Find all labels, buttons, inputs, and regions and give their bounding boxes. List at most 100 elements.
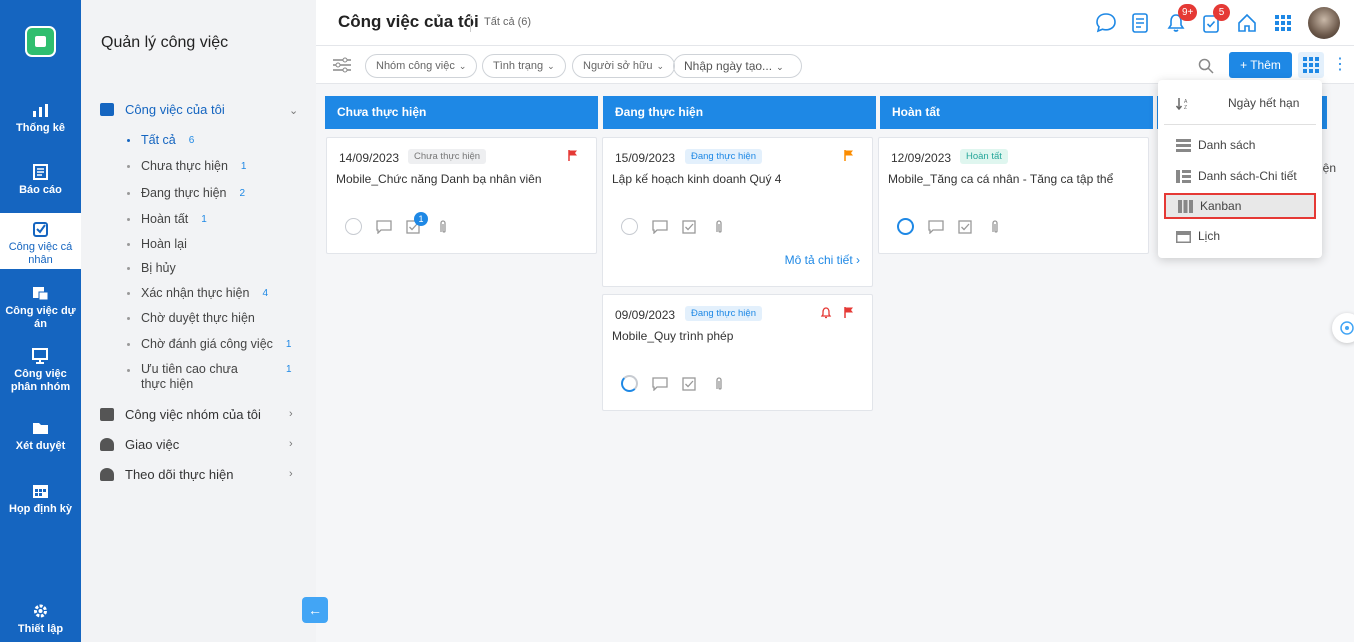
rail-item-reports[interactable]: Báo cáo [0,164,81,197]
view-option-list[interactable]: Danh sách [1164,132,1316,158]
rail-item-label: Báo cáo [19,184,62,196]
document-list-icon[interactable] [1129,12,1151,34]
status-badge: Chưa thực hiện [408,149,487,164]
sidebar-item-done[interactable]: Hoàn tất 1 [127,212,207,226]
rail-item-label: Xét duyệt [15,440,66,452]
sidebar-title: Quản lý công việc [101,34,229,51]
complete-toggle[interactable] [345,218,362,235]
filter-settings-icon[interactable] [332,57,352,73]
group-my-tasks[interactable]: Công việc của tôi [100,102,225,117]
attachment-icon[interactable] [436,219,452,234]
comment-icon[interactable] [928,219,944,234]
sidebar-item-label: Chưa thực hiện [141,159,228,173]
assistant-float-button[interactable] [1332,313,1354,343]
sidebar-item-in-progress[interactable]: Đang thực hiện 2 [127,186,245,200]
home-icon[interactable] [1236,12,1258,34]
task-card[interactable]: 09/09/2023 Đang thực hiện Mobile_Quy trì… [602,294,873,411]
rail-item-label: Họp định kỳ [9,503,72,515]
user-follow-icon [100,468,114,481]
group-my-team-tasks[interactable]: Công việc nhóm của tôi [100,407,261,422]
card-date: 14/09/2023 [339,151,400,165]
complete-toggle[interactable] [621,218,638,235]
apps-grid-icon[interactable] [1272,12,1294,34]
collapse-sidebar-button[interactable]: ← [302,597,328,623]
rail-item-statistics[interactable]: Thống kê [0,102,81,135]
attachment-icon[interactable] [712,219,728,234]
filter-bar: Nhóm công việc ⌄ Tình trạng ⌄ Người sở hữu… [316,46,1354,84]
search-icon[interactable] [1198,58,1214,74]
count-badge: 1 [240,160,247,172]
filter-owner[interactable]: Người sở hữu ⌄ [572,54,676,78]
report-icon [33,164,48,180]
sidebar-item-confirm[interactable]: Xác nhận thực hiện 4 [127,286,268,300]
sidebar-item-not-started[interactable]: Chưa thực hiện 1 [127,159,246,173]
sidebar-item-high-priority[interactable]: Ưu tiên cao chưa thực hiện 1 [127,362,292,392]
rail-item-group-tasks[interactable]: Công việc phân nhóm [0,348,81,394]
app-logo[interactable] [25,26,56,57]
rail-item-personal-tasks[interactable]: Công việc cá nhân [0,213,81,269]
sidebar-item-label: Bị hủy [141,261,176,275]
chevron-right-icon[interactable]: › [289,468,293,480]
filter-label: Người sở hữu [583,60,653,72]
view-option-list-detail[interactable]: Danh sách-Chi tiết [1164,163,1316,189]
count-badge: 1 [285,338,292,350]
sidebar-item-pending-approval[interactable]: Chờ duyệt thực hiện [127,311,255,325]
project-icon [33,287,49,301]
top-bar: Công việc của tôi Tất cả (6) 9+ 5 [316,0,1354,46]
attachment-icon[interactable] [712,376,728,391]
chevron-down-icon[interactable]: ⌄ [289,104,298,117]
sidebar-item-returned[interactable]: Hoàn lại [127,237,187,251]
task-card[interactable]: 12/09/2023 Hoàn tất Mobile_Tăng ca cá nh… [878,137,1149,254]
complete-toggle[interactable] [897,218,914,235]
rail-item-meetings[interactable]: Họp định kỳ [0,483,81,516]
sidebar-item-label: Xác nhận thực hiện [141,286,250,300]
rail-item-project-tasks[interactable]: Công việc dự án [0,285,81,331]
chat-icon[interactable] [1095,12,1117,34]
view-menu: AZ Ngày hết hạn Danh sách Danh sách-Chi … [1158,80,1322,258]
column-header-doing: Đang thực hiện [603,96,876,129]
rail-item-approval[interactable]: Xét duyệt [0,420,81,453]
rail-item-label: Thiết lập [17,623,64,635]
group-label: Giao việc [125,437,180,452]
rail-item-settings[interactable]: Thiết lập [0,603,81,636]
chevron-right-icon[interactable]: › [289,408,293,420]
group-assign[interactable]: Giao việc [100,437,179,452]
card-actions: 1 [345,211,466,235]
red-flag-icon [844,307,853,318]
checklist-icon[interactable]: 1 [406,211,428,234]
progress-toggle[interactable] [621,375,638,392]
task-card[interactable]: 14/09/2023 Chưa thực hiện Mobile_Chức nă… [326,137,597,254]
date-created-input[interactable]: Nhập ngày tạo... ⌄ [673,54,802,78]
more-vertical-icon[interactable]: ⋮ [1332,56,1348,74]
calendar-icon [1176,230,1191,243]
view-switch-button[interactable] [1298,52,1324,78]
sort-by-due-date[interactable]: AZ Ngày hết hạn [1164,90,1316,116]
checklist-icon[interactable] [682,376,698,391]
chevron-right-icon[interactable]: › [289,438,293,450]
gear-icon [34,604,47,618]
attachment-icon[interactable] [988,219,1004,234]
avatar[interactable] [1308,7,1340,39]
sidebar-item-cancelled[interactable]: Bị hủy [127,261,176,275]
sidebar-item-all[interactable]: Tất cả 6 [127,133,194,147]
user-add-icon [100,438,114,451]
view-option-kanban[interactable]: Kanban [1164,193,1316,219]
filter-task-group[interactable]: Nhóm công việc ⌄ [365,54,478,78]
group-label: Công việc nhóm của tôi [125,407,261,422]
sidebar-item-pending-review[interactable]: Chờ đánh giá công việc 1 [127,337,291,351]
detail-link[interactable]: Mô tả chi tiết › [785,253,860,267]
filter-status[interactable]: Tình trạng ⌄ [482,54,566,78]
comment-icon[interactable] [376,219,392,234]
group-follow[interactable]: Theo dõi thực hiện [100,467,233,482]
kanban-grid-icon [1303,57,1319,73]
bullet-icon [127,291,130,295]
card-title: Mobile_Chức năng Danh bạ nhân viên [336,172,542,186]
comment-icon[interactable] [652,219,668,234]
add-button[interactable]: + Thêm [1229,52,1292,78]
checklist-icon[interactable] [682,219,698,234]
view-option-calendar[interactable]: Lịch [1164,223,1316,249]
checklist-icon[interactable] [958,219,974,234]
comment-icon[interactable] [652,376,668,391]
sidebar-item-label: Chờ duyệt thực hiện [141,311,255,325]
task-card[interactable]: 15/09/2023 Đang thực hiện Lập kế hoạch k… [602,137,873,287]
